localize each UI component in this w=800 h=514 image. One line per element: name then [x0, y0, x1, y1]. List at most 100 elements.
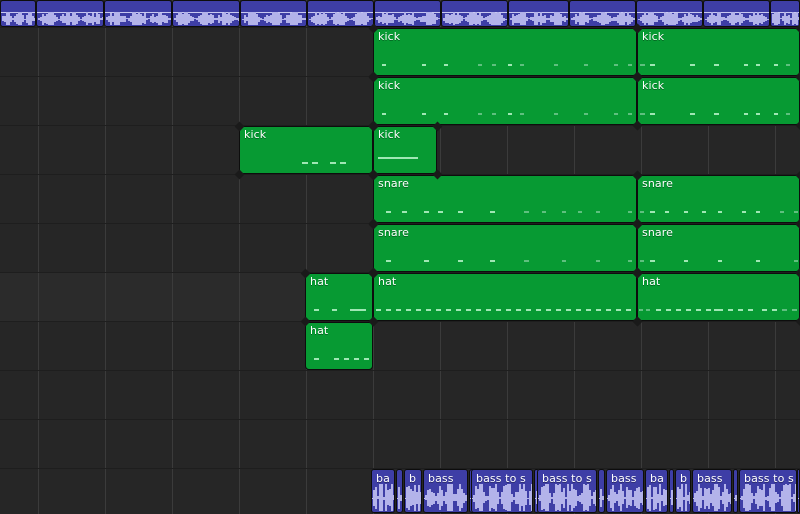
midi-note — [562, 211, 566, 213]
midi-note — [690, 113, 695, 115]
midi-note-region — [638, 49, 799, 75]
audio-clip-a6[interactable] — [374, 0, 441, 27]
midi-clip-kick[interactable]: kick — [373, 126, 437, 174]
audio-clip-bass to s[interactable]: bass to s — [739, 469, 797, 513]
midi-clip-snare[interactable]: snare — [637, 175, 800, 223]
audio-clip-a4[interactable] — [240, 0, 307, 27]
clip-label: snare — [642, 226, 673, 239]
clip-label: hat — [378, 275, 397, 288]
audio-clip-ba[interactable]: ba — [645, 469, 668, 513]
audio-clip-b[interactable]: b — [404, 469, 422, 513]
midi-note — [340, 162, 346, 164]
midi-note — [748, 309, 753, 311]
midi-note — [792, 309, 797, 311]
audio-waveform — [570, 5, 635, 26]
midi-note — [628, 260, 632, 262]
midi-note — [516, 309, 521, 311]
midi-note — [616, 309, 621, 311]
audio-clip-bass[interactable]: bass — [606, 469, 644, 513]
audio-clip-a10[interactable] — [636, 0, 703, 27]
midi-note — [364, 358, 369, 360]
audio-clip-a7[interactable] — [441, 0, 508, 27]
midi-note — [314, 358, 319, 360]
midi-note — [520, 64, 524, 66]
audio-clip-a2[interactable] — [104, 0, 172, 27]
audio-clip-b8[interactable] — [598, 469, 605, 513]
midi-note — [458, 260, 463, 262]
arrangement-timeline[interactable]: kick kick kick kick kick kick snare snare snare s… — [0, 0, 800, 514]
audio-clip-a1[interactable] — [36, 0, 104, 27]
waveform-bar — [665, 490, 667, 505]
midi-note — [302, 162, 308, 164]
midi-note — [656, 309, 661, 311]
midi-clip-hat[interactable]: hat — [305, 273, 373, 321]
midi-note — [738, 309, 743, 311]
midi-note-region — [638, 98, 799, 124]
midi-clip-kick[interactable]: kick — [373, 28, 637, 76]
audio-clip-a5[interactable] — [307, 0, 374, 27]
clip-label: snare — [642, 177, 673, 190]
audio-clip-bass to s[interactable]: bass to s — [537, 469, 597, 513]
midi-note-region — [638, 245, 799, 271]
clip-label: kick — [378, 79, 401, 92]
midi-clip-kick[interactable]: kick — [637, 77, 800, 125]
midi-note — [424, 260, 429, 262]
waveform-bar — [465, 495, 467, 501]
midi-clip-hat[interactable]: hat — [373, 273, 637, 321]
audio-clip-b[interactable]: b — [675, 469, 691, 513]
midi-clip-snare[interactable]: snare — [373, 224, 637, 272]
waveform-bar — [420, 492, 421, 504]
clip-label: kick — [642, 79, 665, 92]
midi-clip-hat[interactable]: hat — [305, 322, 373, 370]
midi-note-region — [638, 294, 799, 320]
grid-column-line — [172, 0, 173, 514]
clip-label: snare — [378, 226, 409, 239]
midi-note — [554, 113, 558, 115]
midi-clip-kick[interactable]: kick — [373, 77, 637, 125]
midi-note — [446, 309, 451, 311]
clip-label: kick — [378, 128, 401, 141]
midi-note — [382, 64, 386, 66]
midi-clip-kick[interactable]: kick — [637, 28, 800, 76]
audio-clip-a11[interactable] — [703, 0, 770, 27]
audio-clip-a12[interactable] — [770, 0, 800, 27]
audio-clip-ba[interactable]: ba — [371, 469, 395, 513]
midi-clip-snare[interactable]: snare — [373, 175, 637, 223]
midi-note-region — [306, 343, 372, 369]
midi-note — [714, 113, 719, 115]
audio-clip-bass to s[interactable]: bass to s — [471, 469, 533, 513]
midi-note — [386, 211, 391, 213]
midi-note — [444, 113, 448, 115]
midi-clip-hat[interactable]: hat — [637, 273, 800, 321]
audio-clip-bass[interactable]: bass — [692, 469, 732, 513]
audio-clip-a0[interactable] — [0, 0, 36, 27]
midi-note — [640, 211, 644, 213]
audio-waveform — [509, 5, 568, 26]
midi-note — [354, 358, 359, 360]
audio-waveform — [397, 484, 402, 512]
midi-note — [786, 64, 790, 66]
audio-clip-a9[interactable] — [569, 0, 636, 27]
midi-note — [406, 309, 411, 311]
midi-note — [376, 309, 381, 311]
audio-clip-bass[interactable]: bass — [423, 469, 468, 513]
audio-clip-b1[interactable] — [396, 469, 403, 513]
midi-note — [794, 211, 798, 213]
audio-clip-b14[interactable] — [733, 469, 738, 513]
audio-clip-a3[interactable] — [172, 0, 240, 27]
midi-note — [756, 211, 760, 213]
midi-note — [774, 113, 778, 115]
midi-clip-snare[interactable]: snare — [637, 224, 800, 272]
grid-column-line — [105, 0, 106, 514]
midi-clip-kick[interactable]: kick — [239, 126, 373, 174]
midi-note — [718, 260, 722, 262]
midi-note — [546, 309, 551, 311]
midi-note — [492, 64, 496, 66]
midi-note — [676, 309, 681, 311]
midi-note — [466, 309, 471, 311]
audio-clip-a8[interactable] — [508, 0, 569, 27]
clip-label: kick — [244, 128, 267, 141]
audio-clip-b11[interactable] — [669, 469, 674, 513]
midi-note — [524, 260, 529, 262]
midi-note — [666, 309, 671, 311]
